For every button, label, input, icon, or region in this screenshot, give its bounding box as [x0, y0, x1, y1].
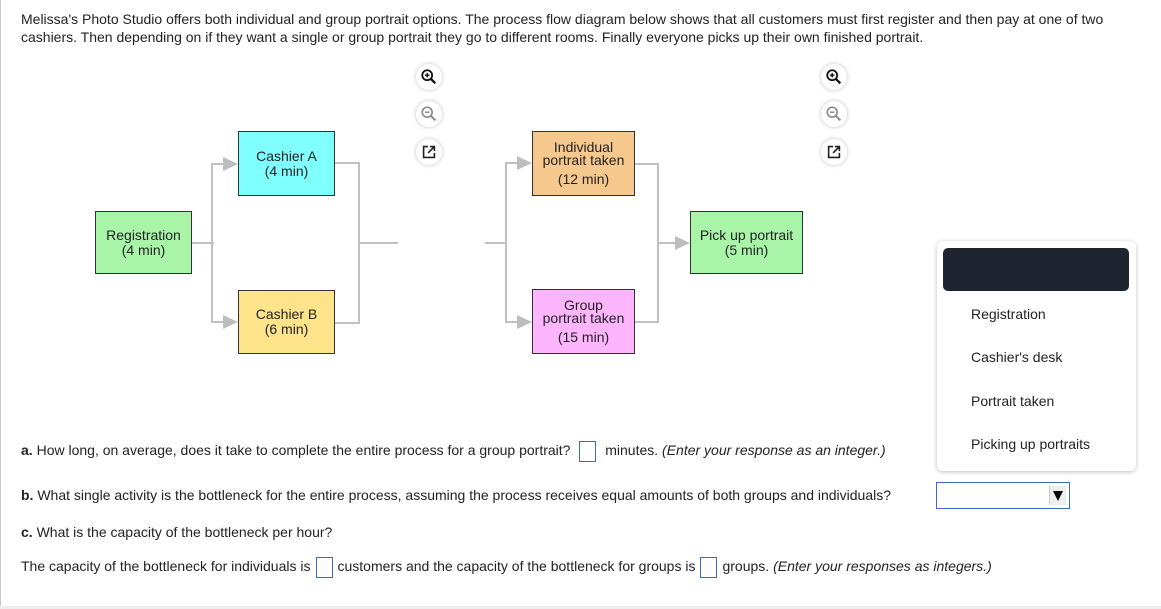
node-duration: (4 min)	[121, 241, 166, 258]
connector	[657, 242, 677, 244]
external-link-icon	[827, 145, 841, 159]
registration-node: Registration (4 min)	[95, 211, 192, 274]
dropdown-option-cashiers-desk[interactable]: Cashier's desk	[971, 349, 1062, 365]
zoom-in-button[interactable]	[821, 64, 847, 90]
node-duration: (4 min)	[264, 162, 309, 179]
question-c-text: What is the capacity of the bottleneck p…	[32, 524, 333, 540]
node-duration: (5 min)	[724, 241, 769, 258]
connector	[358, 242, 398, 244]
zoom-in-icon	[826, 69, 842, 85]
question-a: a. How long, on average, does it take to…	[21, 441, 886, 462]
question-b-text: What single activity is the bottleneck f…	[33, 487, 892, 503]
connector	[505, 162, 507, 323]
node-duration: (15 min)	[557, 329, 610, 345]
group-time-input[interactable]	[579, 441, 597, 462]
question-b-label: b.	[21, 487, 34, 503]
individual-portrait-node: Individual portrait taken (12 min)	[532, 131, 635, 196]
arrow-to-individual	[517, 156, 532, 170]
connector	[634, 321, 658, 323]
node-title-2: portrait taken	[542, 152, 625, 168]
group-portrait-node: Group portrait taken (15 min)	[532, 289, 635, 354]
zoom-out-icon	[421, 106, 437, 122]
connector	[211, 163, 213, 323]
node-title: Pick up portrait	[699, 226, 794, 243]
connector	[334, 162, 359, 164]
pickup-portrait-node: Pick up portrait (5 min)	[690, 211, 803, 274]
dropdown-option-registration[interactable]: Registration	[971, 306, 1046, 322]
zoom-out-icon	[826, 106, 842, 122]
bottleneck-select[interactable]	[936, 482, 1070, 509]
dropdown-option-blank-highlighted[interactable]	[943, 248, 1129, 291]
node-title: Cashier B	[255, 306, 318, 322]
dropdown-option-portrait-taken[interactable]: Portrait taken	[971, 393, 1054, 409]
connector	[634, 163, 658, 165]
question-c-answer-line: The capacity of the bottleneck for indiv…	[21, 557, 992, 578]
node-title: Registration	[106, 226, 181, 243]
connector	[334, 322, 359, 324]
groups-capacity-input[interactable]	[700, 557, 718, 578]
node-duration: (6 min)	[264, 321, 309, 337]
question-c-hint: (Enter your responses as integers.)	[773, 558, 992, 575]
dropdown-option-picking-up-portraits[interactable]: Picking up portraits	[971, 436, 1090, 452]
cashier-a-node: Cashier A (4 min)	[238, 131, 335, 196]
process-flow-diagram: Registration (4 min) Cashier A (4 min) C…	[0, 0, 940, 420]
question-c-label: c.	[21, 524, 33, 540]
zoom-in-icon	[421, 69, 437, 85]
individuals-capacity-input[interactable]	[315, 557, 333, 578]
dropdown-arrow-icon[interactable]	[1049, 486, 1066, 505]
capacity-text-3: groups.	[722, 558, 770, 575]
capacity-text-1: The capacity of the bottleneck for indiv…	[21, 558, 311, 575]
bottleneck-dropdown-menu: Registration Cashier's desk Portrait tak…	[937, 241, 1136, 471]
zoom-out-button[interactable]	[821, 101, 847, 127]
zoom-in-button[interactable]	[416, 64, 442, 90]
arrow-to-cashier-a	[223, 157, 238, 171]
arrow-to-pickup	[675, 236, 690, 250]
zoom-out-button[interactable]	[416, 101, 442, 127]
question-b: b. What single activity is the bottlenec…	[21, 487, 891, 503]
node-title-2: portrait taken	[542, 310, 625, 326]
question-c: c. What is the capacity of the bottlenec…	[21, 524, 332, 540]
connector	[485, 242, 507, 244]
question-a-hint: (Enter your response as an integer.)	[662, 442, 886, 459]
popout-button[interactable]	[821, 139, 847, 165]
capacity-text-2: customers and the capacity of the bottle…	[337, 558, 696, 575]
question-a-unit: minutes.	[605, 442, 659, 459]
arrow-to-cashier-b	[223, 315, 238, 329]
cashier-b-node: Cashier B (6 min)	[238, 290, 335, 354]
popout-button[interactable]	[416, 139, 442, 165]
external-link-icon	[422, 145, 436, 159]
arrow-to-group	[517, 315, 532, 329]
node-duration: (12 min)	[557, 171, 610, 187]
question-a-label: a.	[21, 442, 33, 459]
question-a-text: How long, on average, does it take to co…	[32, 442, 571, 459]
node-title: Cashier A	[256, 147, 317, 164]
